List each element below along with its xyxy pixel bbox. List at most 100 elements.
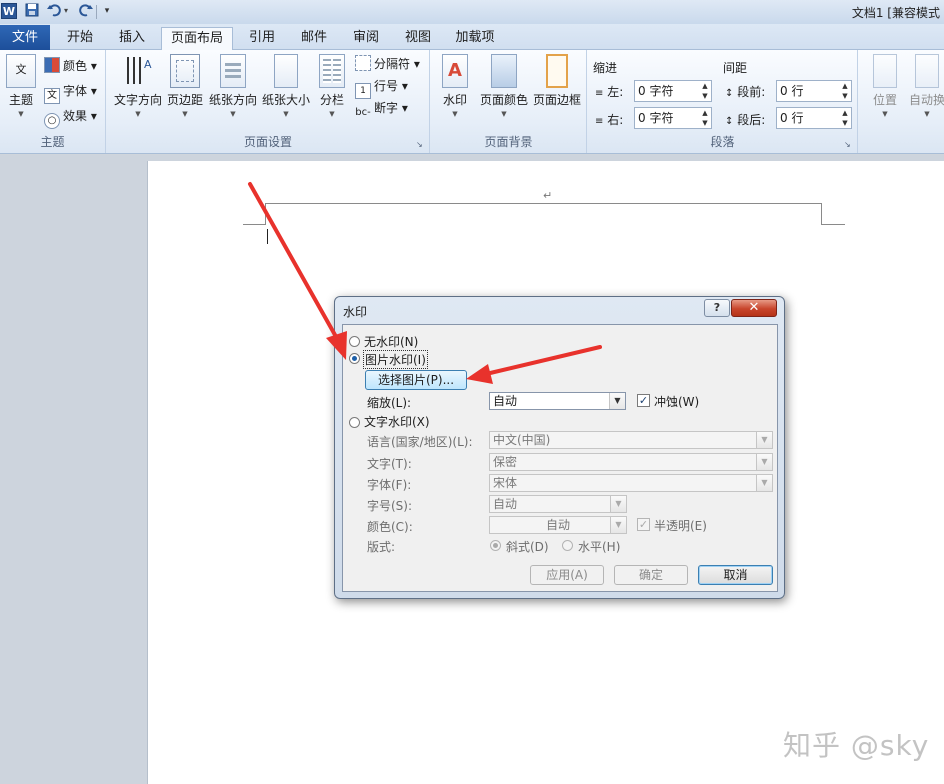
watermark-button[interactable]: A 水印 ▼ bbox=[437, 54, 473, 118]
page-background-group: A 水印 ▼ 页面颜色 ▼ 页面边框 页面背景 bbox=[431, 50, 587, 153]
theme-fonts-button[interactable]: 文字体 ▾ bbox=[44, 81, 97, 104]
paragraph-mark: ↵ bbox=[543, 189, 553, 202]
orientation-button[interactable]: 纸张方向 ▼ bbox=[207, 54, 259, 118]
color-select[interactable]: 自动 ▼ bbox=[489, 516, 627, 534]
font-select[interactable]: 宋体 ▼ bbox=[489, 474, 773, 492]
indent-left-icon: ≡ bbox=[595, 88, 604, 99]
washout-label[interactable]: 冲蚀(W) bbox=[654, 393, 699, 410]
page-color-icon bbox=[491, 54, 517, 88]
tab-page-layout[interactable]: 页面布局 bbox=[161, 27, 233, 51]
line-numbers-button[interactable]: 1 行号 ▾ bbox=[355, 76, 408, 99]
tab-file[interactable]: 文件 bbox=[0, 25, 50, 50]
customize-qat-icon[interactable]: ▾ bbox=[102, 3, 112, 19]
page-color-button[interactable]: 页面颜色 ▼ bbox=[477, 54, 531, 118]
tab-review[interactable]: 审阅 bbox=[344, 27, 388, 50]
close-button[interactable]: ✕ bbox=[731, 299, 777, 317]
size-select[interactable]: 自动 ▼ bbox=[489, 495, 627, 513]
spinner-arrows-icon[interactable]: ▲ ▼ bbox=[839, 108, 851, 128]
chevron-down-icon[interactable]: ▼ bbox=[756, 475, 772, 491]
tab-mailings[interactable]: 邮件 bbox=[292, 27, 336, 50]
spinner-arrows-icon[interactable]: ▲ ▼ bbox=[699, 81, 711, 101]
ok-button[interactable]: 确定 bbox=[614, 565, 688, 585]
themes-button[interactable]: 文 主题 ▼ bbox=[4, 54, 38, 118]
spacing-before-label: ↕ 段前: bbox=[725, 85, 766, 99]
wrap-text-icon bbox=[915, 54, 939, 88]
fonts-icon: 文 bbox=[44, 88, 60, 104]
tab-view[interactable]: 视图 bbox=[396, 27, 440, 50]
layout-horizontal-radio[interactable] bbox=[562, 540, 573, 551]
text-label: 文字(T): bbox=[367, 457, 412, 471]
apply-button[interactable]: 应用(A) bbox=[530, 565, 604, 585]
chevron-down-icon[interactable]: ▼ bbox=[609, 393, 625, 409]
chevron-down-icon[interactable]: ▼ bbox=[756, 454, 772, 470]
size-button[interactable]: 纸张大小 ▼ bbox=[261, 54, 311, 118]
layout-label: 版式: bbox=[367, 540, 396, 554]
indent-title: 缩进 bbox=[593, 61, 618, 75]
cancel-button[interactable]: 取消 bbox=[698, 565, 773, 585]
themes-icon: 文 bbox=[6, 54, 36, 88]
dialog-launcher-icon[interactable]: ↘ bbox=[844, 140, 853, 149]
crop-mark-right bbox=[821, 203, 822, 225]
picture-watermark-radio[interactable] bbox=[349, 353, 360, 364]
tab-addins[interactable]: 加载项 bbox=[448, 27, 502, 50]
hyphenation-button[interactable]: bc- 断字 ▾ bbox=[355, 98, 408, 118]
page-setup-group-label: 页面设置 bbox=[243, 135, 292, 149]
text-select[interactable]: 保密 ▼ bbox=[489, 453, 773, 471]
layout-horizontal-label[interactable]: 水平(H) bbox=[578, 538, 620, 555]
svg-text:A: A bbox=[144, 58, 152, 71]
undo-icon[interactable] bbox=[46, 3, 62, 19]
no-watermark-label[interactable]: 无水印(N) bbox=[364, 333, 418, 350]
spacing-after-spinner[interactable]: 0 行 ▲ ▼ bbox=[776, 107, 852, 129]
crop-mark-left-horizontal bbox=[243, 224, 266, 225]
layout-diagonal-label[interactable]: 斜式(D) bbox=[506, 538, 549, 555]
indent-right-spinner[interactable]: 0 字符 ▲ ▼ bbox=[634, 107, 712, 129]
text-watermark-radio[interactable] bbox=[349, 417, 360, 428]
theme-effects-button[interactable]: ○ 效果 ▾ bbox=[44, 106, 97, 129]
semitransparent-checkbox[interactable]: ✓ bbox=[637, 518, 650, 531]
undo-dropdown-icon[interactable]: ▾ bbox=[62, 3, 70, 19]
word-app-icon[interactable]: W bbox=[1, 3, 17, 19]
columns-button[interactable]: 分栏 ▼ bbox=[315, 54, 349, 118]
spinner-arrows-icon[interactable]: ▲ ▼ bbox=[839, 81, 851, 101]
breaks-icon bbox=[355, 55, 371, 71]
redo-icon[interactable] bbox=[78, 3, 94, 19]
semitransparent-label[interactable]: 半透明(E) bbox=[654, 517, 707, 534]
save-icon[interactable] bbox=[24, 3, 40, 19]
picture-watermark-label[interactable]: 图片水印(I) bbox=[363, 350, 428, 369]
position-button[interactable]: 位置 ▼ bbox=[867, 54, 903, 118]
text-direction-button[interactable]: A 文字方向 ▼ bbox=[111, 54, 165, 118]
page-borders-button[interactable]: 页面边框 bbox=[531, 54, 583, 108]
scale-select[interactable]: 自动 ▼ bbox=[489, 392, 626, 410]
spacing-after-icon: ↕ bbox=[725, 116, 734, 127]
layout-diagonal-radio[interactable] bbox=[490, 540, 501, 551]
spacing-after-label: ↕ 段后: bbox=[725, 113, 766, 127]
spacing-before-spinner[interactable]: 0 行 ▲ ▼ bbox=[776, 80, 852, 102]
chevron-down-icon: ▼ bbox=[501, 110, 507, 118]
help-button[interactable]: ? bbox=[704, 299, 730, 317]
margins-button[interactable]: 页边距 ▼ bbox=[165, 54, 205, 118]
tab-home[interactable]: 开始 bbox=[58, 27, 102, 50]
chevron-down-icon[interactable]: ▼ bbox=[610, 517, 626, 533]
text-watermark-label[interactable]: 文字水印(X) bbox=[364, 413, 430, 430]
chevron-down-icon: ▼ bbox=[329, 110, 335, 118]
indent-left-spinner[interactable]: 0 字符 ▲ ▼ bbox=[634, 80, 712, 102]
language-select[interactable]: 中文(中国) ▼ bbox=[489, 431, 773, 449]
chevron-down-icon[interactable]: ▼ bbox=[610, 496, 626, 512]
chevron-down-icon: ▼ bbox=[882, 110, 888, 118]
language-label: 语言(国家/地区)(L): bbox=[367, 435, 473, 449]
washout-checkbox[interactable]: ✓ bbox=[637, 394, 650, 407]
header-boundary bbox=[265, 203, 822, 204]
theme-colors-button[interactable]: 颜色 ▾ bbox=[44, 56, 97, 76]
columns-icon bbox=[319, 54, 345, 88]
spinner-arrows-icon[interactable]: ▲ ▼ bbox=[699, 108, 711, 128]
no-watermark-radio[interactable] bbox=[349, 336, 360, 347]
wrap-text-button[interactable]: 自动换 ▼ bbox=[907, 54, 944, 118]
dialog-launcher-icon[interactable]: ↘ bbox=[416, 140, 425, 149]
chevron-down-icon[interactable]: ▼ bbox=[756, 432, 772, 448]
crop-mark-left bbox=[265, 203, 266, 225]
tab-references[interactable]: 引用 bbox=[240, 27, 284, 50]
select-picture-button[interactable]: 选择图片(P)... bbox=[365, 370, 467, 390]
tab-insert[interactable]: 插入 bbox=[110, 27, 154, 50]
themes-group-label: 主题 bbox=[40, 135, 65, 149]
breaks-button[interactable]: 分隔符 ▾ bbox=[355, 54, 420, 74]
